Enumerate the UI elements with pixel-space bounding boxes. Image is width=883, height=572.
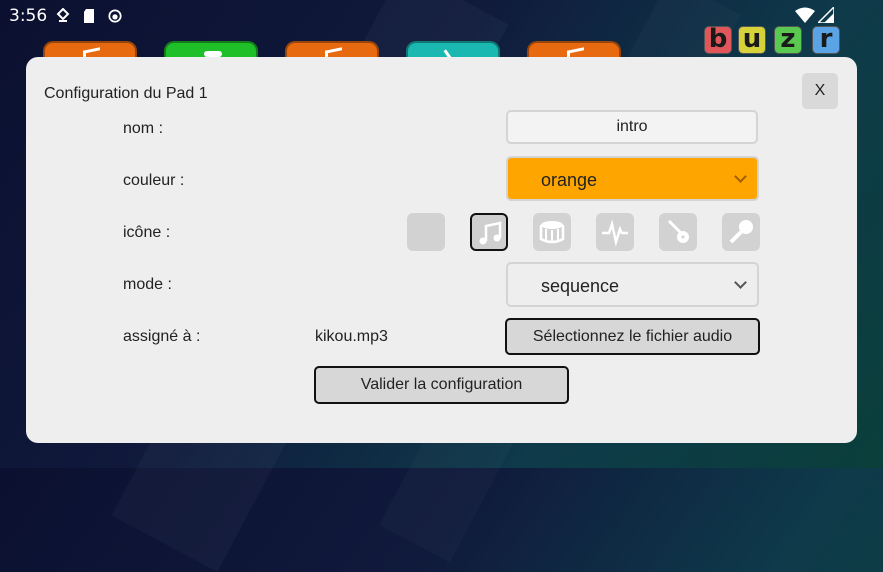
icon-option-waveform[interactable] [596, 213, 634, 251]
name-input[interactable]: intro [506, 110, 758, 144]
name-label: nom : [123, 120, 164, 137]
chevron-down-icon [734, 170, 747, 183]
dialog-title: Configuration du Pad 1 [44, 85, 208, 102]
select-audio-file-button[interactable]: Sélectionnez le fichier audio [505, 318, 760, 355]
waveform-icon [602, 219, 628, 247]
data-saver-icon [56, 8, 70, 22]
icon-label: icône : [123, 224, 171, 241]
logo-letter-z: z [774, 26, 802, 54]
pad-config-dialog: Configuration du Pad 1 X nom : intro cou… [26, 57, 857, 443]
icon-option-microphone[interactable] [722, 213, 760, 251]
validate-config-button[interactable]: Valider la configuration [314, 366, 569, 404]
status-time: 3:56 [9, 6, 48, 26]
drum-icon [539, 221, 565, 244]
assigned-label: assigné à : [123, 328, 201, 345]
app-notification-icon [108, 9, 122, 23]
sd-card-icon [84, 9, 94, 23]
color-select-value: orange [541, 170, 598, 190]
logo-letter-b: b [704, 26, 732, 54]
icon-option-music-note[interactable] [470, 213, 508, 251]
icon-option-none[interactable] [407, 213, 445, 251]
chevron-down-icon [734, 276, 747, 289]
signal-icon [818, 7, 834, 23]
close-button[interactable]: X [802, 73, 838, 109]
mode-select-value: sequence [541, 276, 620, 296]
icon-option-drum[interactable] [533, 213, 571, 251]
icon-option-guitar[interactable] [659, 213, 697, 251]
wifi-icon [795, 7, 815, 23]
logo-letter-u: u [738, 26, 766, 54]
logo-letter-r: r [812, 26, 840, 54]
mode-label: mode : [123, 276, 172, 293]
assigned-file-name: kikou.mp3 [315, 328, 388, 345]
guitar-icon [667, 219, 689, 243]
color-label: couleur : [123, 172, 185, 189]
microphone-icon [729, 220, 753, 244]
mode-select[interactable]: sequence [506, 262, 759, 307]
color-select[interactable]: orange [506, 156, 759, 201]
music-note-icon [479, 221, 502, 245]
